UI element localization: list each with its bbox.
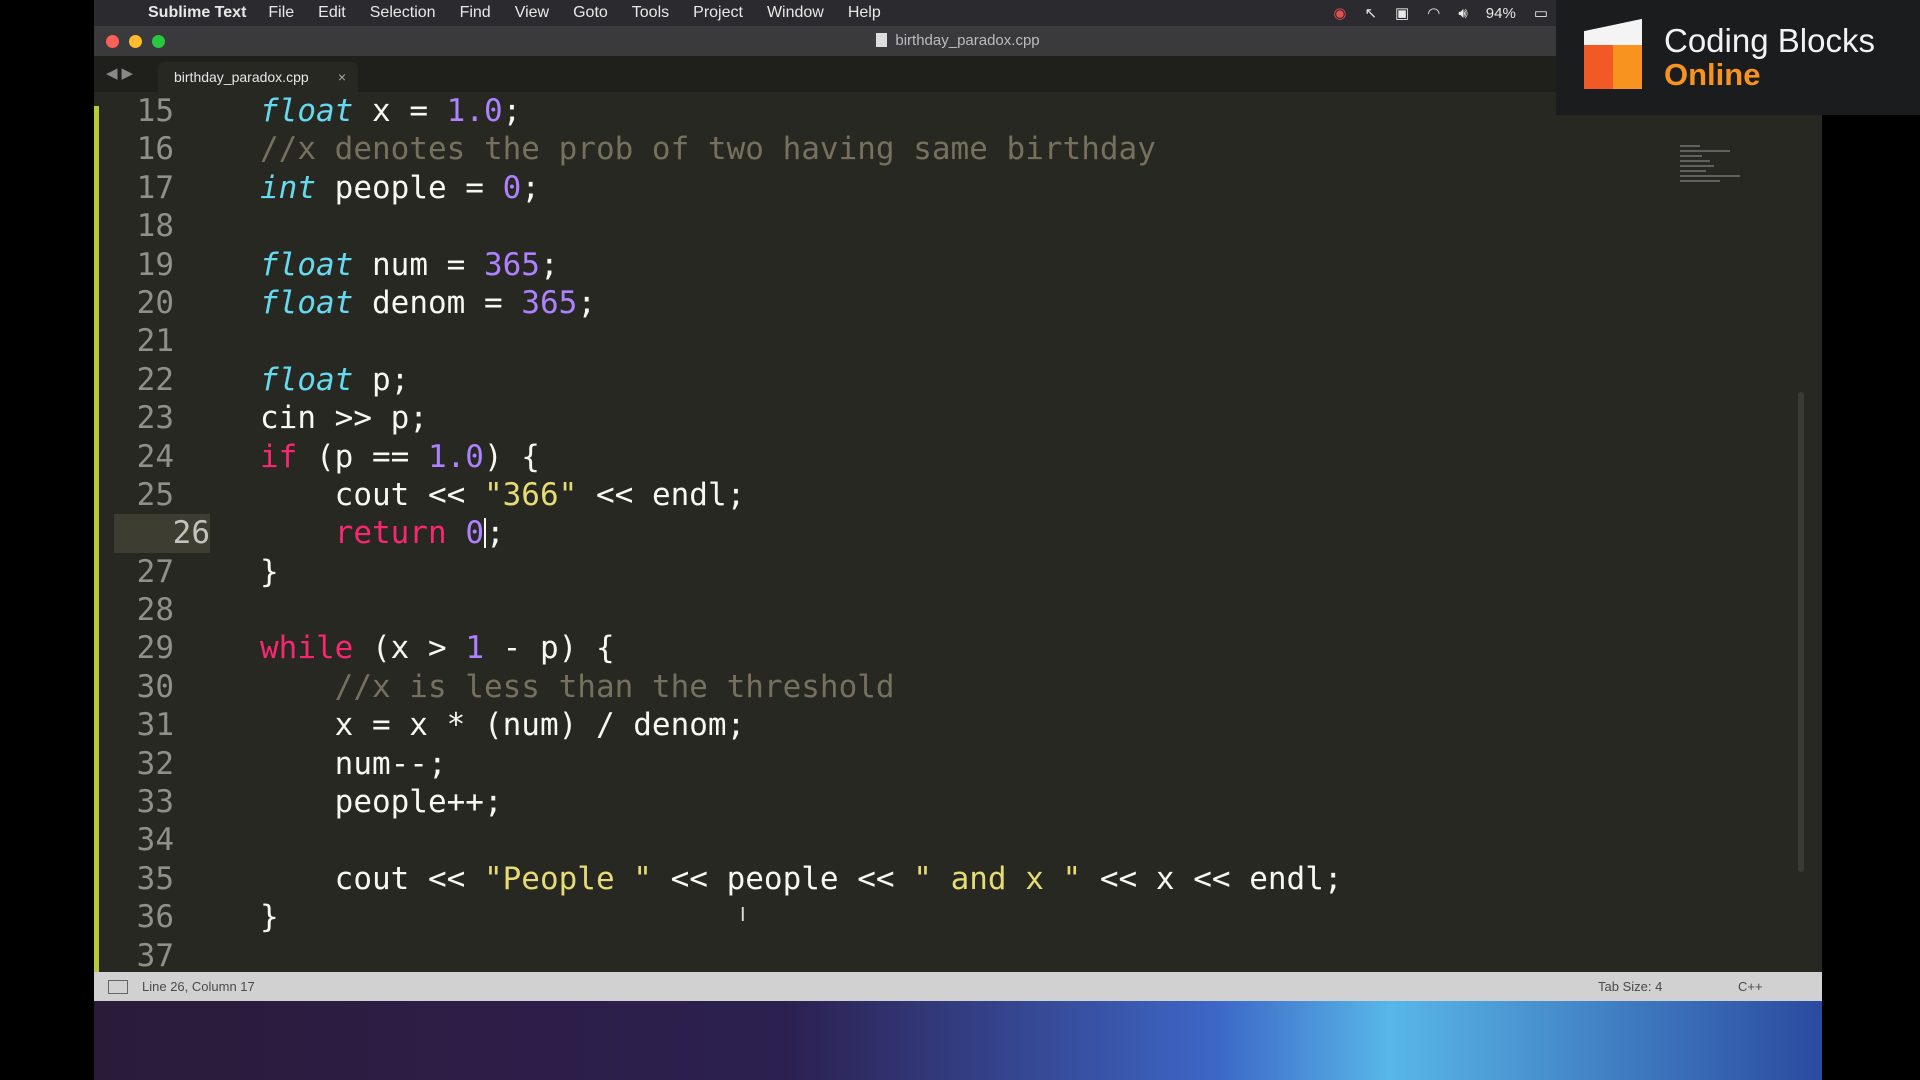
- code-text: cin >> p;: [260, 400, 428, 437]
- cursor-icon[interactable]: ↖: [1364, 4, 1377, 22]
- window-controls: [106, 35, 165, 48]
- code-text: while (x > 1 - p) {: [260, 630, 615, 667]
- minimize-window-button[interactable]: [129, 35, 142, 48]
- code-text: int people = 0;: [260, 169, 540, 206]
- battery-percent[interactable]: 94%: [1486, 5, 1516, 22]
- code-text: float denom = 365;: [260, 284, 596, 321]
- line-number: 28: [136, 592, 174, 629]
- wifi-icon[interactable]: ◠: [1427, 4, 1440, 22]
- tab-birthday-paradox[interactable]: birthday_paradox.cpp ×: [158, 62, 358, 92]
- line-number: 24: [136, 438, 174, 475]
- line-number: 35: [136, 860, 174, 897]
- battery-icon[interactable]: ▭: [1534, 4, 1548, 22]
- window-title: birthday_paradox.cpp: [895, 32, 1040, 49]
- modified-lines-marker: [94, 106, 99, 980]
- code-text: num--;: [260, 745, 447, 782]
- ibeam-cursor-icon: I: [740, 904, 746, 926]
- minimap[interactable]: [1680, 142, 1750, 214]
- code-text: }: [260, 899, 279, 936]
- code-text: return 0;: [334, 515, 505, 552]
- cursor-position[interactable]: Line 26, Column 17: [142, 972, 255, 1001]
- line-number: 16: [136, 131, 174, 168]
- tab-close-icon[interactable]: ×: [338, 62, 346, 92]
- line-number: 21: [136, 323, 174, 360]
- code-text: float num = 365;: [260, 246, 559, 283]
- line-number: 30: [136, 668, 174, 705]
- status-bar: Line 26, Column 17 Tab Size: 4 C++: [94, 972, 1822, 1001]
- volume-icon[interactable]: 🔊︎: [1458, 5, 1467, 22]
- maximize-window-button[interactable]: [152, 35, 165, 48]
- line-number: 15: [136, 93, 174, 129]
- line-number: 29: [136, 630, 174, 667]
- tab-label: birthday_paradox.cpp: [174, 69, 309, 85]
- tab-size-selector[interactable]: Tab Size: 4: [1598, 972, 1662, 1001]
- cube-logo-icon: [1578, 18, 1648, 93]
- document-icon: [876, 33, 888, 47]
- desktop-wallpaper: [94, 1001, 1822, 1080]
- menu-edit[interactable]: Edit: [318, 4, 346, 22]
- code-text: float x = 1.0;: [260, 93, 522, 129]
- tab-navigation-arrows-icon[interactable]: ◀▶: [106, 64, 137, 82]
- sync-icon[interactable]: ◉: [1333, 4, 1346, 22]
- line-number: 37: [136, 937, 174, 974]
- menu-find[interactable]: Find: [460, 4, 491, 22]
- line-number: 20: [136, 284, 174, 321]
- brand-tagline: Online: [1664, 56, 1761, 92]
- menu-window[interactable]: Window: [767, 4, 824, 22]
- line-number: 25: [136, 476, 174, 513]
- line-number: 36: [136, 899, 174, 936]
- code-text: cout << "366" << endl;: [260, 476, 746, 513]
- line-number: 19: [136, 246, 174, 283]
- line-number: 27: [136, 553, 174, 590]
- code-text: x = x * (num) / denom;: [260, 707, 746, 744]
- line-number-current: 26: [114, 514, 210, 553]
- line-number: 34: [136, 822, 174, 859]
- line-number: 23: [136, 400, 174, 437]
- brand-name: Coding Blocks: [1664, 21, 1875, 59]
- editor-window: birthday_paradox.cpp ◀▶ birthday_paradox…: [94, 26, 1822, 1001]
- menu-project[interactable]: Project: [693, 4, 743, 22]
- display-icon[interactable]: ▣: [1395, 4, 1409, 22]
- menu-view[interactable]: View: [515, 4, 549, 22]
- code-text: if (p == 1.0) {: [260, 438, 540, 475]
- code-text: }: [260, 553, 279, 590]
- line-number: 18: [136, 208, 174, 245]
- menu-file[interactable]: File: [268, 4, 294, 22]
- text-caret: [483, 518, 486, 549]
- brand-text: Coding Blocks Online: [1664, 21, 1875, 92]
- menu-bar: Sublime Text File Edit Selection Find Vi…: [94, 0, 1556, 26]
- code-text: float p;: [260, 361, 410, 398]
- line-number: 33: [136, 784, 174, 821]
- menu-status-area: ◉ ↖ ▣ ◠ 🔊︎ 94% ▭: [1333, 0, 1548, 26]
- app-name-menu[interactable]: Sublime Text: [148, 4, 246, 22]
- code-text: cout << "People " << people << " and x "…: [260, 860, 1343, 897]
- line-number: 32: [136, 745, 174, 782]
- menu-selection[interactable]: Selection: [370, 4, 436, 22]
- line-number: 17: [136, 169, 174, 206]
- coding-blocks-logo: Coding Blocks Online: [1556, 0, 1920, 115]
- code-text: //x denotes the prob of two having same …: [260, 131, 1156, 168]
- code-text: people++;: [260, 784, 503, 821]
- menu-tools[interactable]: Tools: [632, 4, 669, 22]
- code-text: //x is less than the threshold: [334, 668, 895, 705]
- vertical-scrollbar[interactable]: [1798, 392, 1804, 872]
- menu-help[interactable]: Help: [848, 4, 881, 22]
- line-number: 31: [136, 707, 174, 744]
- close-window-button[interactable]: [106, 35, 119, 48]
- menu-goto[interactable]: Goto: [573, 4, 608, 22]
- line-number: 22: [136, 361, 174, 398]
- syntax-selector[interactable]: C++: [1738, 972, 1763, 1001]
- code-editor[interactable]: 15 float x = 1.0; 16 //x denotes the prob …: [94, 92, 1810, 988]
- panel-toggle-icon[interactable]: [108, 980, 128, 994]
